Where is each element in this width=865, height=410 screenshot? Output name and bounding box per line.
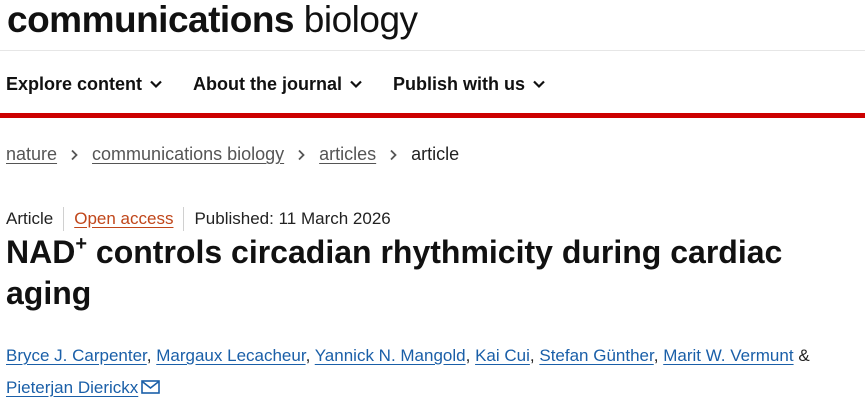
author-separator: , <box>653 346 659 365</box>
main-nav: Explore content About the journal Publis… <box>6 70 576 98</box>
journal-logo[interactable]: communications biology <box>7 0 418 40</box>
open-access-link[interactable]: Open access <box>74 209 173 229</box>
author-ampersand: & <box>798 346 810 365</box>
author-separator: , <box>529 346 535 365</box>
accent-bar <box>0 113 865 118</box>
chevron-down-icon <box>350 80 362 89</box>
nav-about-journal-label: About the journal <box>193 73 343 94</box>
nav-publish-with-us[interactable]: Publish with us <box>393 74 546 95</box>
breadcrumb-current: article <box>411 144 460 164</box>
nav-publish-with-us-label: Publish with us <box>393 73 526 94</box>
meta-divider <box>63 207 65 231</box>
chevron-right-icon <box>71 149 78 160</box>
author-link-corresponding[interactable]: Pieterjan Dierickx <box>6 378 138 397</box>
author-link[interactable]: Marit W. Vermunt <box>663 346 793 365</box>
title-rest: controls circadian rhythmicity during ca… <box>6 234 783 311</box>
article-type: Article <box>6 209 54 228</box>
author-separator: , <box>305 346 311 365</box>
logo-word-biology: biology <box>294 0 418 40</box>
breadcrumb: nature communications biology articles a… <box>6 144 459 165</box>
published-date: Published: 11 March 2026 <box>194 209 391 228</box>
author-link[interactable]: Yannick N. Mangold <box>315 346 466 365</box>
title-superscript: + <box>75 233 88 255</box>
chevron-down-icon <box>150 80 162 89</box>
chevron-right-icon <box>390 149 397 160</box>
author-link[interactable]: Stefan Günther <box>539 346 653 365</box>
author-list: Bryce J. Carpenter, Margaux Lecacheur, Y… <box>6 340 861 404</box>
nav-explore-content-label: Explore content <box>6 73 143 94</box>
breadcrumb-communications-biology[interactable]: communications biology <box>92 144 284 165</box>
author-link[interactable]: Bryce J. Carpenter <box>6 346 147 365</box>
chevron-right-icon <box>298 149 305 160</box>
author-link[interactable]: Kai Cui <box>475 346 530 365</box>
title-nad: NAD <box>6 234 76 270</box>
nav-explore-content[interactable]: Explore content <box>6 74 163 95</box>
breadcrumb-nature[interactable]: nature <box>6 144 57 165</box>
header-divider <box>0 50 865 51</box>
meta-divider <box>183 207 185 231</box>
mail-icon[interactable] <box>141 380 161 394</box>
breadcrumb-articles[interactable]: articles <box>319 144 376 165</box>
nav-about-journal[interactable]: About the journal <box>193 74 363 95</box>
chevron-down-icon <box>533 80 545 89</box>
logo-word-communications: communications <box>7 0 295 40</box>
article-meta: Article Open access Published: 11 March … <box>6 207 391 231</box>
author-separator: , <box>465 346 471 365</box>
article-title: NAD+ controls circadian rhythmicity duri… <box>6 232 846 314</box>
author-link[interactable]: Margaux Lecacheur <box>156 346 305 365</box>
author-separator: , <box>146 346 152 365</box>
